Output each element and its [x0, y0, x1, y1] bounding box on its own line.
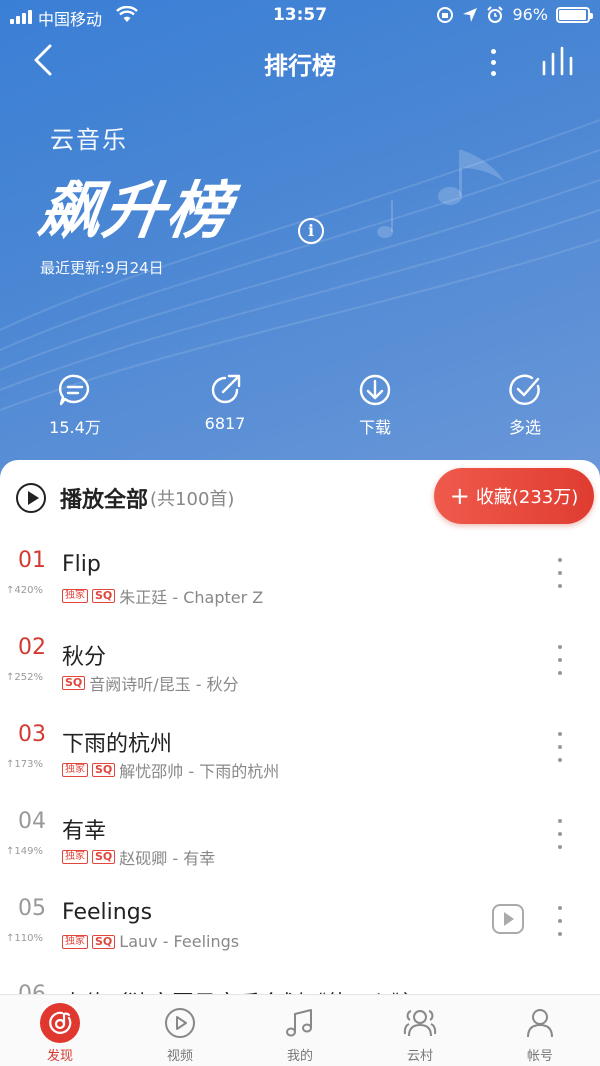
trend-percent: ↑149%	[6, 846, 43, 857]
song-row[interactable]: 04 ↑149% 有幸 独家 SQ 赵砚卿 - 有幸	[0, 809, 600, 896]
sq-badge: SQ	[92, 589, 116, 603]
comment-button[interactable]: 15.4万	[0, 372, 150, 438]
status-bar: 中国移动 13:57 96%	[0, 0, 600, 32]
song-more-icon[interactable]	[552, 558, 568, 588]
sq-badge: SQ	[92, 934, 116, 949]
song-rank: 03	[18, 722, 46, 747]
page-title: 排行榜	[264, 52, 336, 80]
sq-badge: SQ	[92, 763, 116, 777]
song-title: 有幸	[62, 819, 107, 844]
sq-badge: SQ	[92, 850, 116, 864]
comment-icon	[58, 374, 90, 406]
tab-label: 我的	[286, 1049, 313, 1064]
song-rank: 05	[18, 896, 46, 921]
tab-discover[interactable]: 发现	[0, 995, 120, 1066]
artist-album: 赵砚卿 - 有幸	[119, 849, 216, 868]
artist-album: 音阙诗听/昆玉 - 秋分	[89, 675, 239, 694]
account-icon	[527, 1009, 553, 1038]
plus-icon: +	[449, 482, 470, 510]
tab-label: 帐号	[526, 1049, 553, 1064]
download-label: 下载	[358, 418, 391, 437]
multi-select-label: 多选	[508, 418, 541, 437]
play-all-label: 播放全部	[60, 488, 149, 513]
battery-icon	[556, 6, 593, 23]
orientation-lock-icon	[437, 6, 454, 23]
last-updated-text: 最近更新:9月24日	[40, 259, 164, 277]
tab-label: 发现	[46, 1049, 73, 1064]
mv-play-icon[interactable]	[492, 904, 524, 934]
song-list-panel: 播放全部 (共100首) + 收藏(233万) 01 ↑420% Flip 独家…	[0, 460, 600, 1002]
video-icon	[165, 1008, 195, 1038]
now-playing-equalizer-icon[interactable]	[540, 44, 576, 80]
song-rank: 04	[18, 809, 46, 834]
music-note-icon	[286, 1009, 312, 1037]
exclusive-badge: 独家	[62, 589, 88, 603]
song-title: Feelings	[62, 900, 153, 925]
song-rank: 01	[18, 548, 46, 573]
share-button[interactable]: 6817	[150, 372, 300, 438]
location-icon	[463, 7, 478, 22]
song-more-icon[interactable]	[552, 906, 568, 936]
song-rank: 02	[18, 635, 46, 660]
tab-label: 云村	[406, 1049, 433, 1064]
download-icon	[359, 374, 391, 406]
navigation-bar: 排行榜	[0, 36, 600, 86]
more-vertical-icon[interactable]	[478, 42, 508, 82]
artist-album: Lauv - Feelings	[119, 932, 240, 951]
artist-album: 朱正廷 - Chapter Z	[119, 588, 264, 607]
multi-select-icon	[509, 374, 540, 406]
play-circle-icon	[16, 483, 46, 513]
song-row[interactable]: 05 ↑110% Feelings 独家 SQ Lauv - Feelings	[0, 896, 600, 983]
multi-select-button[interactable]: 多选	[450, 372, 600, 438]
song-row[interactable]: 02 ↑252% 秋分 SQ 音阙诗听/昆玉 - 秋分	[0, 635, 600, 722]
play-all-button[interactable]: 播放全部 (共100首)	[16, 482, 234, 514]
collect-label: 收藏(233万)	[475, 487, 579, 508]
chart-name-logo: 飙升榜	[34, 174, 237, 247]
trend-percent: ↑173%	[6, 759, 43, 770]
download-button[interactable]: 下载	[300, 372, 450, 438]
song-more-icon[interactable]	[552, 819, 568, 849]
tab-video[interactable]: 视频	[120, 995, 240, 1066]
exclusive-badge: 独家	[62, 850, 88, 864]
song-title: 秋分	[62, 645, 107, 670]
sq-badge: SQ	[62, 676, 86, 690]
action-row: 15.4万 6817 下载 多选	[0, 372, 600, 438]
tab-mine[interactable]: 我的	[240, 995, 360, 1066]
tab-label: 视频	[166, 1049, 193, 1064]
collect-button[interactable]: + 收藏(233万)	[434, 468, 594, 524]
battery-percent: 96%	[512, 5, 548, 24]
song-more-icon[interactable]	[552, 732, 568, 762]
discover-icon	[49, 1011, 72, 1034]
song-row[interactable]: 01 ↑420% Flip 独家 SQ 朱正廷 - Chapter Z	[0, 548, 600, 635]
alarm-icon	[487, 5, 504, 23]
trend-percent: ↑420%	[6, 585, 43, 596]
tab-account[interactable]: 帐号	[480, 995, 600, 1066]
song-title: 下雨的杭州	[62, 732, 173, 757]
bottom-tab-bar: 发现 视频 我的 云村 帐号	[0, 994, 600, 1066]
trend-percent: ↑110%	[6, 933, 43, 944]
comment-count: 15.4万	[49, 418, 101, 437]
tab-community[interactable]: 云村	[360, 995, 480, 1066]
song-row[interactable]: 03 ↑173% 下雨的杭州 独家 SQ 解忧邵帅 - 下雨的杭州	[0, 722, 600, 809]
song-more-icon[interactable]	[552, 645, 568, 675]
share-icon	[211, 374, 241, 404]
exclusive-badge: 独家	[62, 763, 88, 777]
share-count: 6817	[204, 414, 246, 433]
song-count: (共100首)	[150, 489, 235, 510]
info-icon[interactable]: i	[298, 218, 324, 244]
brand-label: 云音乐	[50, 126, 128, 154]
trend-percent: ↑252%	[6, 672, 43, 683]
exclusive-badge: 独家	[62, 934, 88, 949]
friends-icon	[403, 1010, 437, 1037]
song-title: Flip	[62, 552, 101, 577]
artist-album: 解忧邵帅 - 下雨的杭州	[119, 762, 280, 781]
